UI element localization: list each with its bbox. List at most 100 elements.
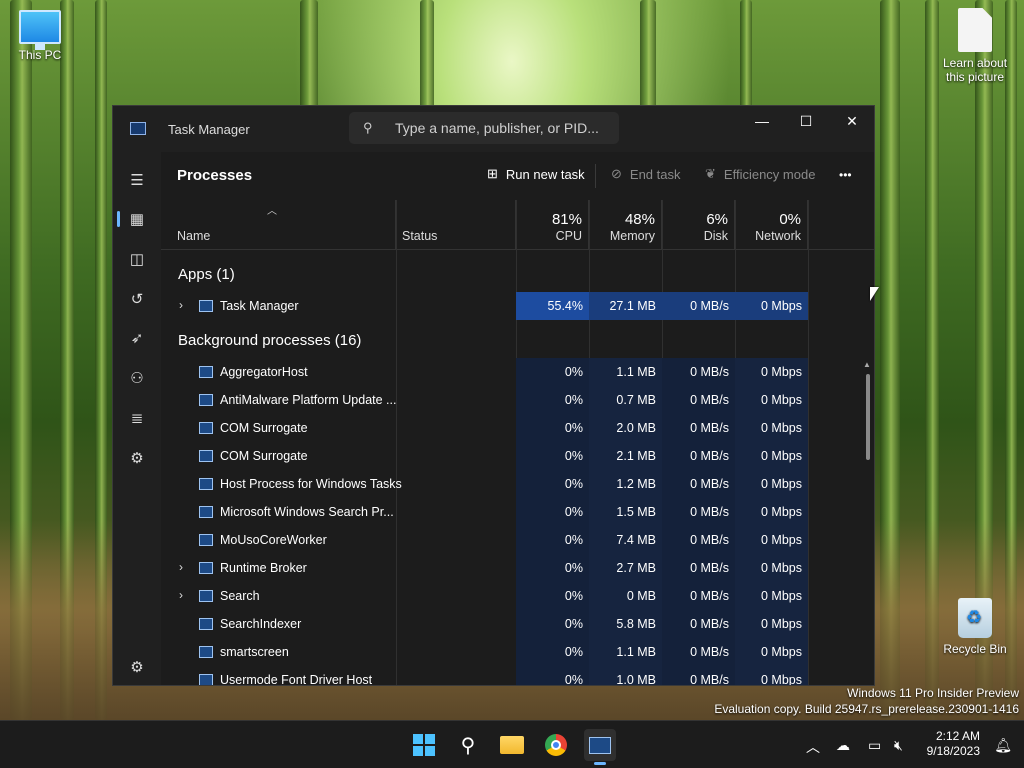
run-task-icon: ⊞ (487, 166, 498, 181)
process-name: COM Surrogate (220, 449, 308, 463)
taskbar-chrome[interactable] (540, 729, 572, 761)
system-clock[interactable]: 2:12 AM 9/18/2023 (927, 729, 980, 759)
clock-time: 2:12 AM (935, 729, 980, 743)
column-header-network[interactable]: 0% Network (735, 200, 808, 250)
column-header-cpu[interactable]: 81% CPU (516, 200, 589, 250)
nav-users[interactable]: ⚇ (117, 360, 157, 396)
minimize-button[interactable]: — (739, 106, 785, 136)
process-icon (199, 394, 213, 406)
desktop-icon-learn-picture[interactable]: Learn about this picture (935, 8, 1015, 84)
taskbar-task-manager[interactable] (584, 729, 616, 765)
process-row[interactable]: COM Surrogate 0% 2.1 MB 0 MB/s 0 Mbps (161, 442, 858, 470)
nav-details[interactable]: ≣ (117, 400, 157, 436)
process-row[interactable]: SearchIndexer 0% 5.8 MB 0 MB/s 0 Mbps (161, 610, 858, 638)
process-cpu-value: 0% (516, 526, 589, 554)
sort-ascending-icon: ︿ (267, 206, 277, 217)
process-icon (199, 646, 213, 658)
recycle-bin-icon: ♻ (958, 598, 992, 638)
process-cpu-value: 0% (516, 414, 589, 442)
end-task-button[interactable]: ⊘ End task (611, 166, 681, 182)
nav-services[interactable]: ⚙ (117, 440, 157, 476)
process-icon (199, 366, 213, 378)
process-row[interactable]: AggregatorHost 0% 1.1 MB 0 MB/s 0 Mbps (161, 358, 858, 386)
process-network-value: 0 Mbps (735, 386, 808, 414)
column-header-disk[interactable]: 6% Disk (662, 200, 735, 250)
maximize-button[interactable]: ☐ (783, 106, 829, 136)
process-row[interactable]: › Search 0% 0 MB 0 MB/s 0 Mbps (161, 582, 858, 610)
process-name: Usermode Font Driver Host (220, 673, 373, 686)
expand-chevron-icon[interactable]: › (179, 298, 183, 312)
process-row[interactable]: Host Process for Windows Tasks 0% 1.2 MB 0 … (161, 470, 858, 498)
desktop-icon-this-pc[interactable]: This PC (0, 10, 80, 62)
taskbar-search-button[interactable]: ⚲ (452, 729, 484, 761)
process-row[interactable]: › Task Manager 55.4% 27.1 MB 0 MB/s 0 Mbps (161, 292, 858, 320)
process-row[interactable]: MoUsoCoreWorker 0% 7.4 MB 0 MB/s 0 Mbps (161, 526, 858, 554)
process-network-value: 0 Mbps (735, 610, 808, 638)
process-disk-value: 0 MB/s (662, 526, 735, 554)
process-row[interactable]: smartscreen 0% 1.1 MB 0 MB/s 0 Mbps (161, 638, 858, 666)
onedrive-icon[interactable]: ☁ (836, 737, 850, 754)
process-disk-value: 0 MB/s (662, 470, 735, 498)
process-row[interactable]: › Runtime Broker 0% 2.7 MB 0 MB/s 0 Mbps (161, 554, 858, 582)
process-cpu-value: 0% (516, 610, 589, 638)
process-cpu-value: 0% (516, 666, 589, 685)
process-memory-value: 0.7 MB (589, 386, 662, 414)
process-row[interactable]: Microsoft Windows Search Pr... 0% 1.5 MB 0 … (161, 498, 858, 526)
process-disk-value: 0 MB/s (662, 638, 735, 666)
process-row[interactable]: COM Surrogate 0% 2.0 MB 0 MB/s 0 Mbps (161, 414, 858, 442)
column-header-memory[interactable]: 48% Memory (589, 200, 662, 250)
more-options-button[interactable]: ••• (839, 168, 852, 182)
process-name: MoUsoCoreWorker (220, 533, 327, 547)
search-input[interactable] (395, 118, 610, 138)
scroll-thumb[interactable] (866, 374, 870, 460)
network-icon[interactable]: ▭ (868, 737, 881, 754)
process-icon (199, 590, 213, 602)
process-disk-value: 0 MB/s (662, 414, 735, 442)
process-name: Search (220, 589, 260, 603)
details-icon: ≣ (130, 410, 144, 427)
process-row[interactable]: AntiMalware Platform Update ... 0% 0.7 MB 0… (161, 386, 858, 414)
volume-muted-icon[interactable]: 🔇︎ (894, 737, 903, 754)
nav-app-history[interactable]: ↺ (117, 281, 157, 317)
task-manager-icon (589, 736, 611, 754)
process-memory-value: 1.0 MB (589, 666, 662, 685)
settings-icon: ⚙ (130, 659, 144, 676)
process-icon (199, 618, 213, 630)
process-cpu-value: 0% (516, 358, 589, 386)
search-box[interactable]: ⚲ (349, 112, 619, 144)
efficiency-mode-button[interactable]: ❦ Efficiency mode (705, 166, 815, 182)
run-new-task-label: Run new task (505, 166, 585, 182)
network-total: 0% (779, 211, 801, 228)
nav-processes[interactable]: ▦ (117, 201, 157, 237)
run-new-task-button[interactable]: ⊞ Run new task (487, 166, 585, 182)
column-header-name[interactable]: ︿ Name (161, 200, 396, 250)
active-app-indicator (594, 762, 606, 765)
process-network-value: 0 Mbps (735, 554, 808, 582)
process-cpu-value: 0% (516, 498, 589, 526)
folder-icon (500, 736, 524, 754)
process-row[interactable]: Usermode Font Driver Host 0% 1.0 MB 0 MB/s 0… (161, 666, 858, 686)
process-network-value: 0 Mbps (735, 638, 808, 666)
title-bar[interactable]: Task Manager ⚲ — ☐ ✕ (113, 106, 874, 152)
scroll-up-arrow-icon[interactable]: ▲ (863, 360, 871, 369)
start-button[interactable] (408, 729, 440, 761)
close-button[interactable]: ✕ (829, 106, 874, 136)
show-hidden-icons-chevron-icon[interactable]: ︿ (806, 737, 820, 757)
desktop-icon-label: Recycle Bin (943, 642, 1007, 656)
cpu-total: 81% (551, 211, 582, 228)
taskbar-file-explorer[interactable] (496, 729, 528, 761)
nav-startup-apps[interactable]: ➶ (117, 320, 157, 356)
page-title: Processes (177, 167, 253, 184)
column-header-status[interactable]: Status (396, 200, 516, 250)
process-disk-value: 0 MB/s (662, 442, 735, 470)
desktop-icon-label: This PC (18, 48, 62, 62)
notification-bell-icon[interactable]: 🔔︎ (994, 737, 1012, 754)
desktop-icon-recycle-bin[interactable]: ♻ Recycle Bin (935, 598, 1015, 656)
expand-chevron-icon[interactable]: › (179, 588, 183, 602)
nav-performance[interactable]: ◫ (117, 241, 157, 277)
process-cpu-value: 0% (516, 470, 589, 498)
vertical-scrollbar[interactable]: ▲ ▼ (863, 360, 871, 685)
expand-chevron-icon[interactable]: › (179, 560, 183, 574)
nav-settings[interactable]: ⚙ (117, 649, 157, 685)
hamburger-menu-button[interactable]: ☰ (117, 162, 157, 198)
